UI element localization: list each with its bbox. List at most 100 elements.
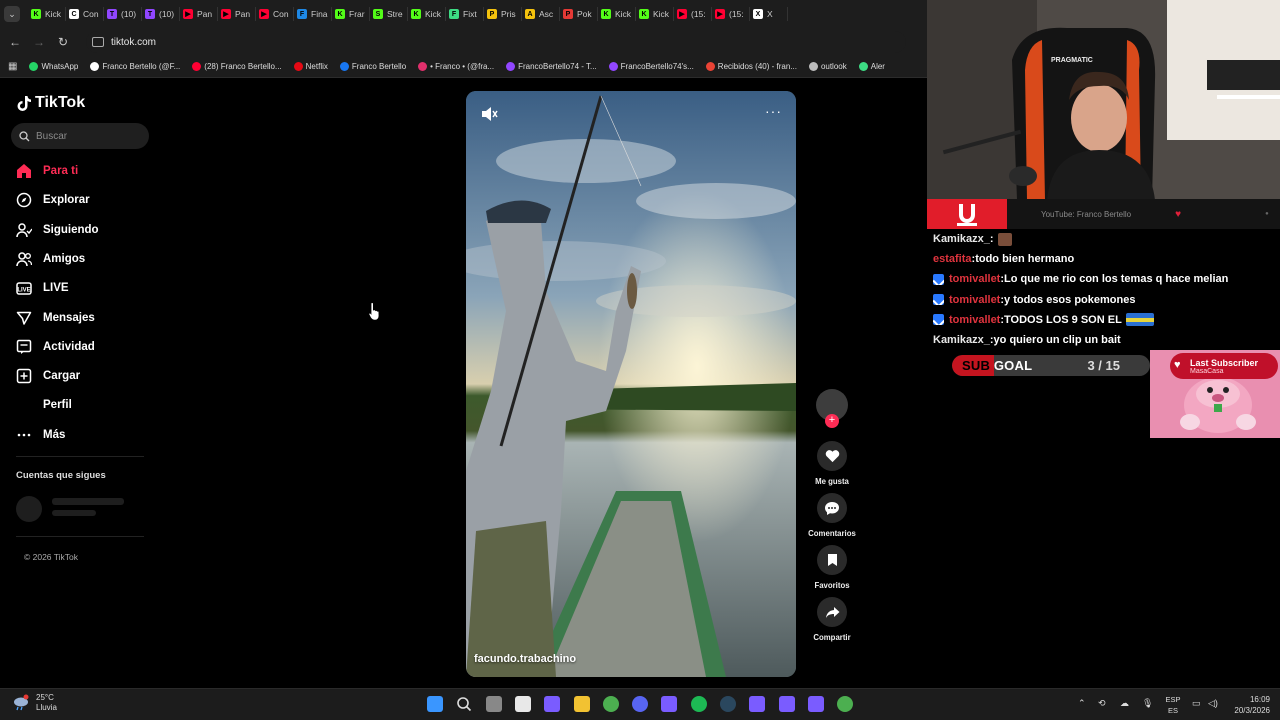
weather-widget[interactable]: 25°C Lluvia [12,693,57,713]
bookmark-item[interactable]: (28) Franco Bertello... [192,62,282,71]
onedrive-icon[interactable]: ☁ [1120,698,1129,709]
video-player[interactable]: ··· facundo.trabachino [466,91,796,677]
author-avatar[interactable]: + [806,389,858,428]
last-subscriber-widget: Last Subscriber MasaCasa ♥ [1150,350,1280,438]
nav-item-siguiendo[interactable]: Siguiendo [16,219,146,241]
favorites-label: Favoritos [814,581,850,590]
bookmark-item[interactable]: Franco Bertello (@F... [90,62,180,71]
task-view-icon[interactable] [485,696,502,712]
tray-app-icon[interactable]: ⟲ [1098,698,1106,709]
tab-favicon-icon: K [601,9,611,19]
bookmark-item[interactable]: Recibidos (40) - fran... [705,62,797,71]
chrome-icon[interactable] [837,696,854,712]
language-indicator[interactable]: ESP ES [1164,694,1182,716]
webcam-feed: PRAGMATIC [927,0,1280,200]
nav-item-mas[interactable]: Más [16,424,146,446]
browser-tab[interactable]: ▶ Pan [180,7,218,21]
bookmark-item[interactable]: Netflix [293,62,328,71]
more-options-icon[interactable]: ··· [765,103,782,119]
bookmark-item[interactable]: FrancoBertello74 - T... [506,62,597,71]
copyright: © 2026 TikTok [24,552,78,562]
nav-item-para-ti[interactable]: Para ti [16,160,146,182]
search-icon[interactable] [456,696,472,712]
bookmark-item[interactable]: • Franco • (@fra... [418,62,494,71]
browser-tab[interactable]: A Asc [522,7,560,21]
microphone-icon[interactable]: 🎙︎ [1142,698,1153,709]
browser-tab[interactable]: F Fixt [446,7,484,21]
browser-tab[interactable]: K Kick [408,7,446,21]
browser-tab[interactable]: ▶ Pan [218,7,256,21]
search-input[interactable] [36,130,136,142]
browser-tab[interactable]: S Stre [370,7,408,21]
browser-tab[interactable]: ▶ Con [256,7,294,21]
following-accounts-title: Cuentas que sigues [16,470,106,481]
app-icon[interactable] [807,696,824,712]
svg-text:PRAGMATIC: PRAGMATIC [1051,57,1093,64]
app-icon[interactable] [749,696,766,712]
bookmark-item[interactable]: FrancoBertello74's... [608,62,694,71]
tab-search-button[interactable]: ⌄ [4,6,20,22]
nav-item-explorar[interactable]: Explorar [16,189,146,211]
forward-button[interactable]: → [30,35,48,49]
tab-favicon-icon: S [373,9,383,19]
bookmark-item[interactable]: outlook [808,62,847,71]
tab-favicon-icon: P [487,9,497,19]
app-icon[interactable] [544,696,561,712]
browser-tab[interactable]: K Kick [598,7,636,21]
mute-icon[interactable] [480,105,498,123]
search-box[interactable] [11,123,149,149]
follow-plus-icon[interactable]: + [825,414,839,428]
app-icon[interactable] [661,696,678,712]
discord-icon[interactable] [632,696,649,712]
spotify-icon[interactable] [690,696,707,712]
tab-label: Stre [387,9,403,19]
nav-item-mensajes[interactable]: Mensajes [16,307,146,329]
tab-favicon-icon: P [563,9,573,19]
back-button[interactable]: ← [6,35,24,49]
browser-tab[interactable]: ▶ (15: [712,7,750,21]
nav-item-live[interactable]: LIVE LIVE [16,277,146,299]
browser-tab[interactable]: K Kick [28,7,66,21]
nav-item-cargar[interactable]: Cargar [16,365,146,387]
browser-tab[interactable]: XX [750,7,788,21]
like-button[interactable]: Me gusta [806,441,858,486]
bookmark-item[interactable]: Franco Bertello [339,62,406,71]
steam-icon[interactable] [720,696,736,712]
url-bar[interactable]: tiktok.com [86,31,906,53]
browser-tab[interactable]: P Pok [560,7,598,21]
bookmark-item[interactable]: Aler [858,62,885,71]
nav-item-actividad[interactable]: Actividad [16,336,146,358]
file-explorer-icon[interactable] [573,696,590,712]
share-button[interactable]: Compartir [806,597,858,642]
video-author[interactable]: facundo.trabachino [474,653,576,665]
network-icon[interactable]: ▭ [1192,698,1201,709]
store-icon[interactable] [514,696,531,712]
app-icon[interactable] [778,696,795,712]
favorites-button[interactable]: Favoritos [806,545,858,590]
nav-item-perfil[interactable]: Perfil [16,394,146,416]
chrome-icon[interactable] [602,696,619,712]
tab-favicon-icon: T [145,9,155,19]
system-clock[interactable]: 16:09 20/3/2026 [1226,694,1270,716]
nav-item-amigos[interactable]: Amigos [16,248,146,270]
reload-button[interactable]: ↻ [54,35,72,49]
browser-tab[interactable]: F Fina [294,7,332,21]
browser-tab[interactable]: T (10) [142,7,180,21]
apps-grid-icon[interactable]: ▦ [8,61,17,72]
tiktok-logo[interactable]: TikTok [16,94,85,112]
browser-tab[interactable]: C Con [66,7,104,21]
weather-icon [14,694,29,711]
show-hidden-icons[interactable]: ⌃ [1078,698,1086,709]
bookmark-item[interactable]: WhatsApp [29,62,78,71]
volume-icon[interactable]: ◁) [1208,698,1218,709]
browser-tab[interactable]: K Frar [332,7,370,21]
nav-label: LIVE [43,282,69,295]
start-icon[interactable] [427,696,443,712]
browser-tab[interactable]: T (10) [104,7,142,21]
browser-tab[interactable]: P Pris [484,7,522,21]
site-info-icon[interactable] [92,37,104,47]
browser-tab[interactable]: ▶ (15: [674,7,712,21]
browser-tab[interactable]: K Kick [636,7,674,21]
comments-button[interactable]: Comentarios [806,493,858,538]
messages-icon [16,310,32,326]
